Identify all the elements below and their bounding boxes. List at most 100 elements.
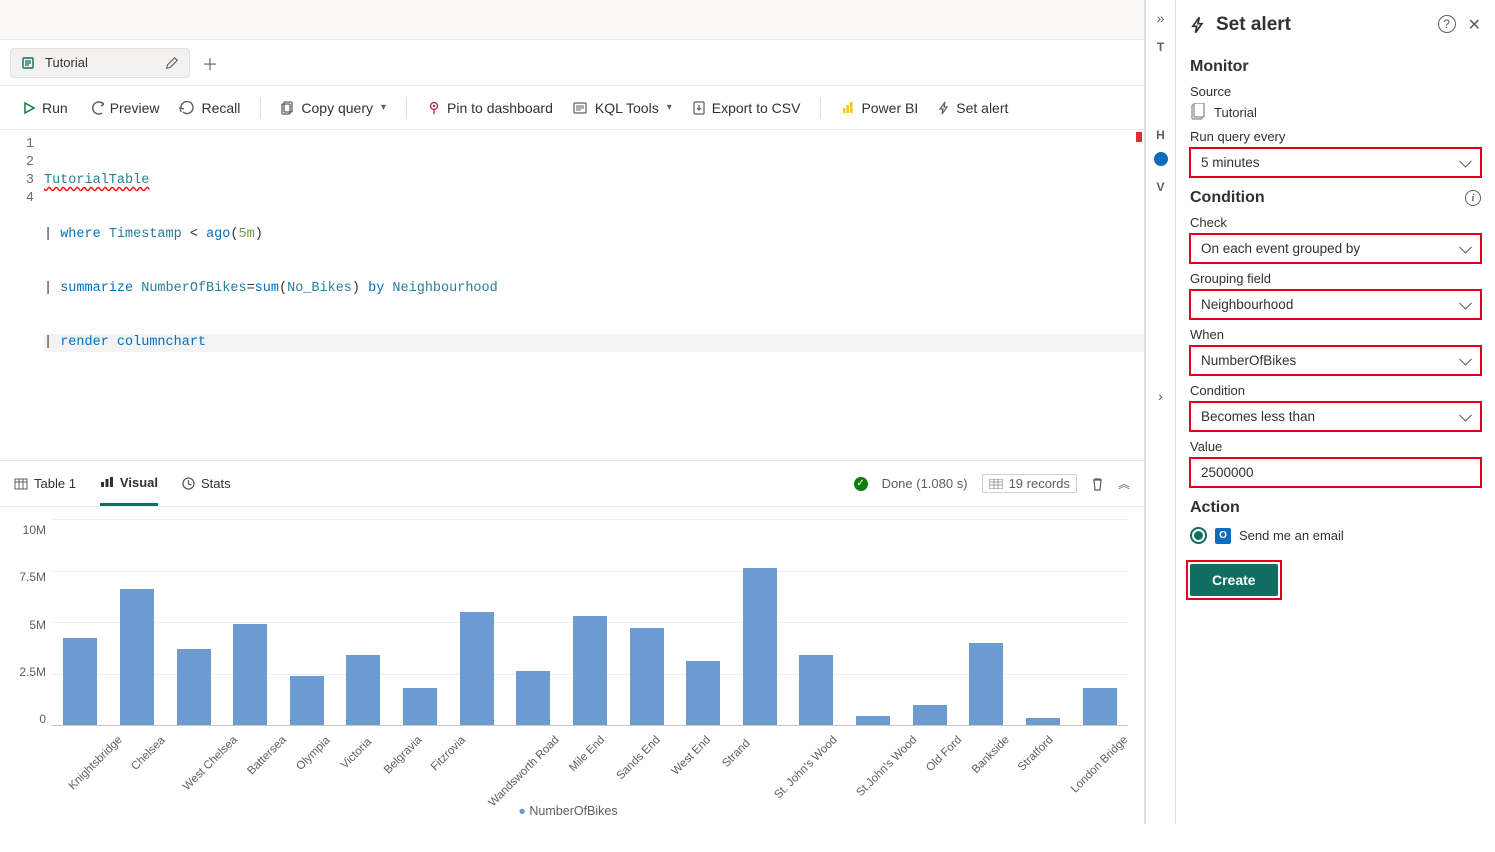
bar-14[interactable] bbox=[845, 519, 902, 725]
copy-query-button[interactable]: Copy query ▾ bbox=[273, 94, 394, 122]
bar-11[interactable] bbox=[675, 519, 732, 725]
add-tab-button[interactable]: ＋ bbox=[202, 51, 218, 75]
source-value-row: Tutorial bbox=[1190, 103, 1481, 121]
chevron-down-icon: ▾ bbox=[381, 102, 386, 113]
pin-dashboard-button[interactable]: Pin to dashboard bbox=[419, 94, 561, 122]
power-bi-label: Power BI bbox=[861, 100, 918, 116]
bar-15[interactable] bbox=[901, 519, 958, 725]
table-icon bbox=[14, 478, 28, 490]
check-label: Check bbox=[1190, 215, 1481, 230]
peek-h: H bbox=[1156, 128, 1165, 142]
chevron-down-icon: ▾ bbox=[667, 102, 672, 113]
results-tab-stats[interactable]: Stats bbox=[182, 461, 231, 506]
results-tab-table[interactable]: Table 1 bbox=[14, 461, 76, 506]
kql-label: KQL Tools bbox=[595, 100, 659, 116]
results-pane: Table 1 Visual Stats ✓ Done (1.080 s) 19… bbox=[0, 460, 1144, 824]
chart-icon bbox=[100, 476, 114, 488]
outlook-icon: O bbox=[1215, 528, 1231, 544]
bar-9[interactable] bbox=[562, 519, 619, 725]
status-success-icon: ✓ bbox=[854, 477, 868, 491]
copy-query-label: Copy query bbox=[301, 100, 373, 116]
expand-panel-icon[interactable]: » bbox=[1157, 10, 1165, 26]
powerbi-icon bbox=[841, 101, 855, 115]
recall-button[interactable]: Recall bbox=[171, 94, 248, 122]
results-tabs: Table 1 Visual Stats ✓ Done (1.080 s) 19… bbox=[0, 461, 1144, 507]
source-value: Tutorial bbox=[1214, 105, 1257, 120]
run-every-select[interactable]: 5 minutes bbox=[1190, 148, 1481, 177]
check-select[interactable]: On each event grouped by bbox=[1190, 234, 1481, 263]
grouping-select[interactable]: Neighbourhood bbox=[1190, 290, 1481, 319]
info-icon[interactable]: i bbox=[1465, 190, 1481, 206]
results-tab-visual[interactable]: Visual bbox=[100, 461, 158, 506]
bolt-icon bbox=[938, 101, 950, 115]
action-heading: Action bbox=[1190, 499, 1481, 517]
chart-container: 10M 7.5M 5M 2.5M 0 KnightsbridgeChelseaW… bbox=[0, 507, 1144, 824]
bar-12[interactable] bbox=[732, 519, 789, 725]
status-text: Done (1.080 s) bbox=[882, 476, 968, 491]
bar-16[interactable] bbox=[958, 519, 1015, 725]
queryset-icon bbox=[21, 55, 37, 71]
preview-button[interactable]: Preview bbox=[80, 94, 168, 122]
kql-icon bbox=[573, 101, 589, 115]
query-tab-tutorial[interactable]: Tutorial bbox=[10, 48, 190, 78]
set-alert-button[interactable]: Set alert bbox=[930, 94, 1016, 122]
bar-17[interactable] bbox=[1015, 519, 1072, 725]
bar-5[interactable] bbox=[335, 519, 392, 725]
preview-icon bbox=[88, 101, 104, 115]
stats-icon bbox=[182, 477, 195, 490]
panel-title: Set alert bbox=[1216, 14, 1291, 36]
bar-4[interactable] bbox=[279, 519, 336, 725]
set-alert-panel: Set alert ? ✕ Monitor Source Tutorial Ru… bbox=[1175, 0, 1495, 824]
bar-1[interactable] bbox=[109, 519, 166, 725]
y-axis: 10M 7.5M 5M 2.5M 0 bbox=[8, 519, 52, 726]
recall-icon bbox=[179, 101, 195, 115]
bar-7[interactable] bbox=[448, 519, 505, 725]
rename-icon[interactable] bbox=[165, 56, 179, 70]
bar-0[interactable] bbox=[52, 519, 109, 725]
bar-18[interactable] bbox=[1071, 519, 1128, 725]
peek-dot bbox=[1154, 152, 1168, 166]
value-input[interactable]: 2500000 bbox=[1190, 458, 1481, 487]
query-tabs-row: Tutorial ＋ bbox=[0, 40, 1144, 86]
records-badge: 19 records bbox=[982, 474, 1077, 493]
monitor-heading: Monitor bbox=[1190, 58, 1481, 76]
bar-8[interactable] bbox=[505, 519, 562, 725]
bar-3[interactable] bbox=[222, 519, 279, 725]
code-editor[interactable]: 1 2 3 4 TutorialTable | where Timestamp … bbox=[0, 130, 1144, 460]
kql-tools-button[interactable]: KQL Tools ▾ bbox=[565, 94, 680, 122]
condition-heading: Condition i bbox=[1190, 189, 1481, 207]
document-icon bbox=[1190, 103, 1206, 121]
radio-selected-icon bbox=[1190, 527, 1207, 544]
bar-2[interactable] bbox=[165, 519, 222, 725]
export-csv-button[interactable]: Export to CSV bbox=[684, 94, 809, 122]
cond-select[interactable]: Becomes less than bbox=[1190, 402, 1481, 431]
bar-10[interactable] bbox=[618, 519, 675, 725]
value-label: Value bbox=[1190, 439, 1481, 454]
code-content: TutorialTable | where Timestamp < ago(5m… bbox=[44, 130, 1144, 460]
peek-t: T bbox=[1157, 40, 1164, 54]
bar-13[interactable] bbox=[788, 519, 845, 725]
collapse-icon[interactable]: ︽ bbox=[1118, 475, 1130, 492]
cond-label: Condition bbox=[1190, 383, 1481, 398]
play-icon bbox=[22, 101, 36, 115]
create-button[interactable]: Create bbox=[1190, 564, 1278, 596]
bar-6[interactable] bbox=[392, 519, 449, 725]
help-icon[interactable]: ? bbox=[1438, 15, 1456, 35]
grouping-label: Grouping field bbox=[1190, 271, 1481, 286]
tab-label: Tutorial bbox=[45, 55, 88, 70]
action-email-radio[interactable]: O Send me an email bbox=[1190, 527, 1481, 544]
delete-icon[interactable] bbox=[1091, 477, 1104, 491]
copy-icon bbox=[281, 101, 295, 115]
source-label: Source bbox=[1190, 84, 1481, 99]
line-gutter: 1 2 3 4 bbox=[0, 130, 44, 460]
peek-v: V bbox=[1156, 180, 1164, 194]
when-select[interactable]: NumberOfBikes bbox=[1190, 346, 1481, 375]
run-every-label: Run query every bbox=[1190, 129, 1481, 144]
collapsed-side-strip: » T H V › bbox=[1145, 0, 1175, 824]
close-icon[interactable]: ✕ bbox=[1468, 15, 1481, 35]
run-button[interactable]: Run bbox=[14, 94, 76, 122]
power-bi-button[interactable]: Power BI bbox=[833, 94, 926, 122]
export-icon bbox=[692, 101, 706, 115]
run-label: Run bbox=[42, 100, 68, 116]
action-email-label: Send me an email bbox=[1239, 528, 1344, 543]
